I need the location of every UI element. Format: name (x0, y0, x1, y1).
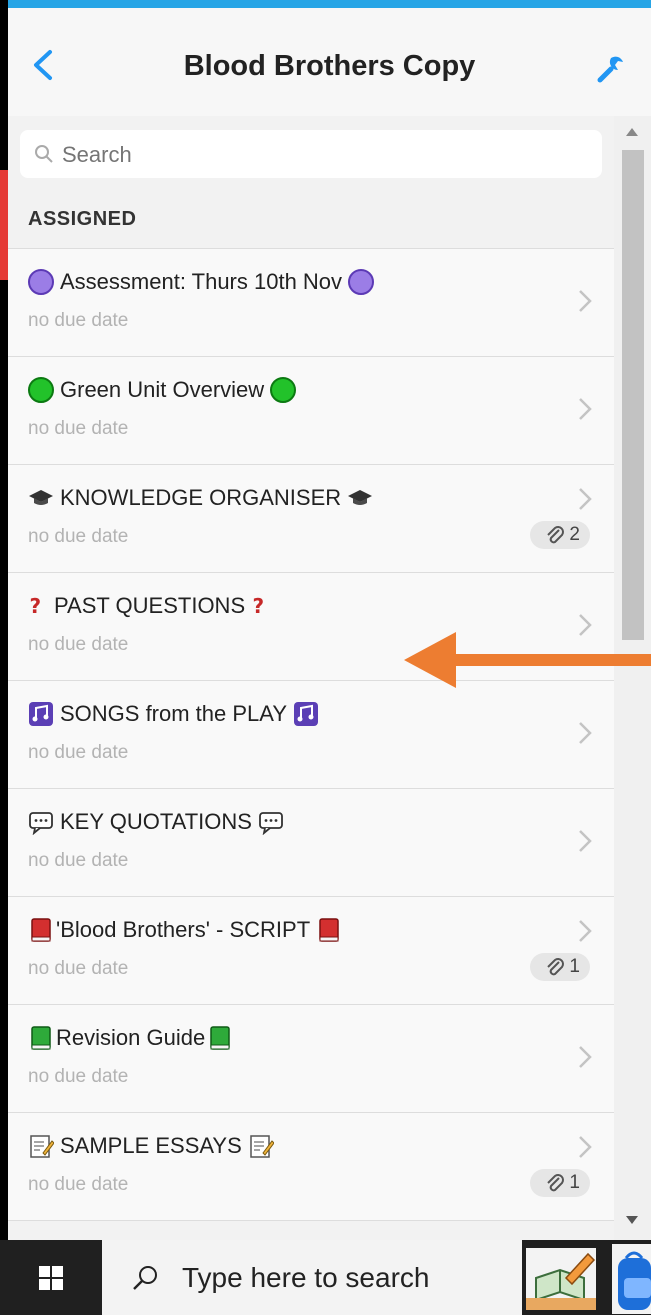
paperclip-icon (547, 958, 565, 976)
item-title: SONGS from the PLAY (60, 701, 288, 726)
graduation-cap-icon (29, 490, 53, 505)
attachment-count: 2 (569, 524, 580, 545)
item-title: KNOWLEDGE ORGANISER (60, 485, 342, 510)
memo-icon (30, 1135, 54, 1158)
chevron-right-icon (579, 290, 592, 312)
red-book-icon (319, 918, 339, 942)
list-item[interactable]: SONGS from the PLAY no due date (8, 680, 614, 788)
item-title-row: Assessment: Thurs 10th Nov (28, 269, 375, 295)
paperclip-icon (547, 1174, 565, 1192)
section-heading: ASSIGNED (28, 208, 137, 230)
scroll-up-arrow-icon[interactable] (624, 124, 640, 140)
header: Blood Brothers Copy (8, 8, 651, 116)
speech-bubble-icon (29, 812, 53, 835)
item-due-date: no due date (28, 1066, 129, 1087)
item-title: SAMPLE ESSAYS (60, 1133, 242, 1158)
start-button[interactable] (0, 1240, 102, 1315)
item-title: 'Blood Brothers' - SCRIPT (56, 917, 311, 942)
music-notes-icon (294, 702, 319, 726)
green-book-icon (31, 1026, 51, 1050)
item-title: Assessment: Thurs 10th Nov (60, 269, 343, 294)
chevron-right-icon (579, 722, 592, 744)
item-due-date: no due date (28, 1174, 129, 1195)
list-item[interactable]: 'Blood Brothers' - SCRIPT no due date 1 (8, 896, 614, 1004)
assignment-list: Assessment: Thurs 10th Nov no due date G… (8, 248, 614, 1221)
item-title-row: SAMPLE ESSAYS (28, 1133, 274, 1159)
attachment-badge: 2 (530, 521, 590, 549)
chevron-right-icon (579, 1046, 592, 1068)
search-icon (133, 1266, 157, 1290)
purple-circle-icon (28, 269, 54, 295)
svg-text:?: ? (253, 594, 265, 618)
backpack-app-icon[interactable] (612, 1244, 651, 1314)
item-title-row: SONGS from the PLAY (28, 701, 319, 727)
chevron-right-icon (579, 488, 592, 510)
list-item[interactable]: Green Unit Overview no due date (8, 356, 614, 464)
question-mark-icon: ? (253, 594, 265, 618)
search-icon (35, 145, 53, 163)
notebook-app-icon[interactable] (526, 1248, 596, 1310)
list-item[interactable]: SAMPLE ESSAYS no due date 1 (8, 1112, 614, 1221)
green-circle-icon (270, 377, 297, 403)
attachment-count: 1 (569, 1172, 580, 1193)
item-due-date: no due date (28, 310, 129, 331)
green-circle-icon (28, 377, 54, 403)
wrench-icon (597, 56, 623, 83)
paperclip-icon (547, 526, 565, 544)
scrollbar-thumb[interactable] (622, 150, 644, 640)
item-title-row: KNOWLEDGE ORGANISER (28, 485, 373, 511)
list-item[interactable]: Assessment: Thurs 10th Nov no due date (8, 248, 614, 356)
list-item[interactable]: Revision Guide no due date (8, 1004, 614, 1112)
search-input[interactable] (60, 138, 584, 172)
search-box[interactable] (20, 130, 602, 178)
top-accent-bar (8, 0, 651, 8)
item-title-row: Revision Guide (28, 1025, 233, 1051)
item-title: Revision Guide (56, 1025, 206, 1050)
item-due-date: no due date (28, 634, 129, 655)
question-mark-icon: ? (30, 594, 42, 618)
item-title-row: Green Unit Overview (28, 377, 297, 403)
speech-bubble-icon (259, 812, 283, 835)
music-notes-icon (29, 702, 53, 726)
windows-taskbar: Type here to search (0, 1240, 651, 1315)
item-due-date: no due date (28, 958, 129, 979)
settings-button[interactable] (592, 50, 626, 84)
chevron-right-icon (579, 1136, 592, 1158)
scroll-down-arrow-icon[interactable] (624, 1212, 640, 1228)
item-title-row: ? PAST QUESTIONS ? (28, 593, 271, 619)
purple-circle-icon (348, 269, 375, 295)
item-title: PAST QUESTIONS (54, 593, 246, 618)
item-due-date: no due date (28, 850, 129, 871)
item-title-row: KEY QUOTATIONS (28, 809, 284, 835)
chevron-right-icon (579, 830, 592, 852)
attachment-count: 1 (569, 956, 580, 977)
svg-text:?: ? (30, 594, 42, 618)
graduation-cap-icon (348, 490, 373, 505)
orange-arrow-annotation (404, 632, 651, 688)
page-title: Blood Brothers Copy (183, 50, 476, 82)
chevron-right-icon (579, 920, 592, 942)
taskbar-search-placeholder: Type here to search (182, 1262, 430, 1293)
item-due-date: no due date (28, 526, 129, 547)
item-title: KEY QUOTATIONS (60, 809, 252, 834)
list-item[interactable]: KEY QUOTATIONS no due date (8, 788, 614, 896)
item-title: Green Unit Overview (60, 377, 265, 402)
windows-logo-icon (39, 1266, 63, 1290)
item-title-row: 'Blood Brothers' - SCRIPT (28, 917, 342, 943)
list-item[interactable]: KNOWLEDGE ORGANISER no due date 2 (8, 464, 614, 572)
green-book-icon (210, 1026, 230, 1050)
chevron-right-icon (579, 398, 592, 420)
memo-icon (250, 1135, 274, 1158)
item-due-date: no due date (28, 418, 129, 439)
attachment-badge: 1 (530, 1169, 590, 1197)
taskbar-search-box[interactable]: Type here to search (102, 1240, 522, 1315)
attachment-badge: 1 (530, 953, 590, 981)
item-due-date: no due date (28, 742, 129, 763)
red-book-icon (31, 918, 51, 942)
